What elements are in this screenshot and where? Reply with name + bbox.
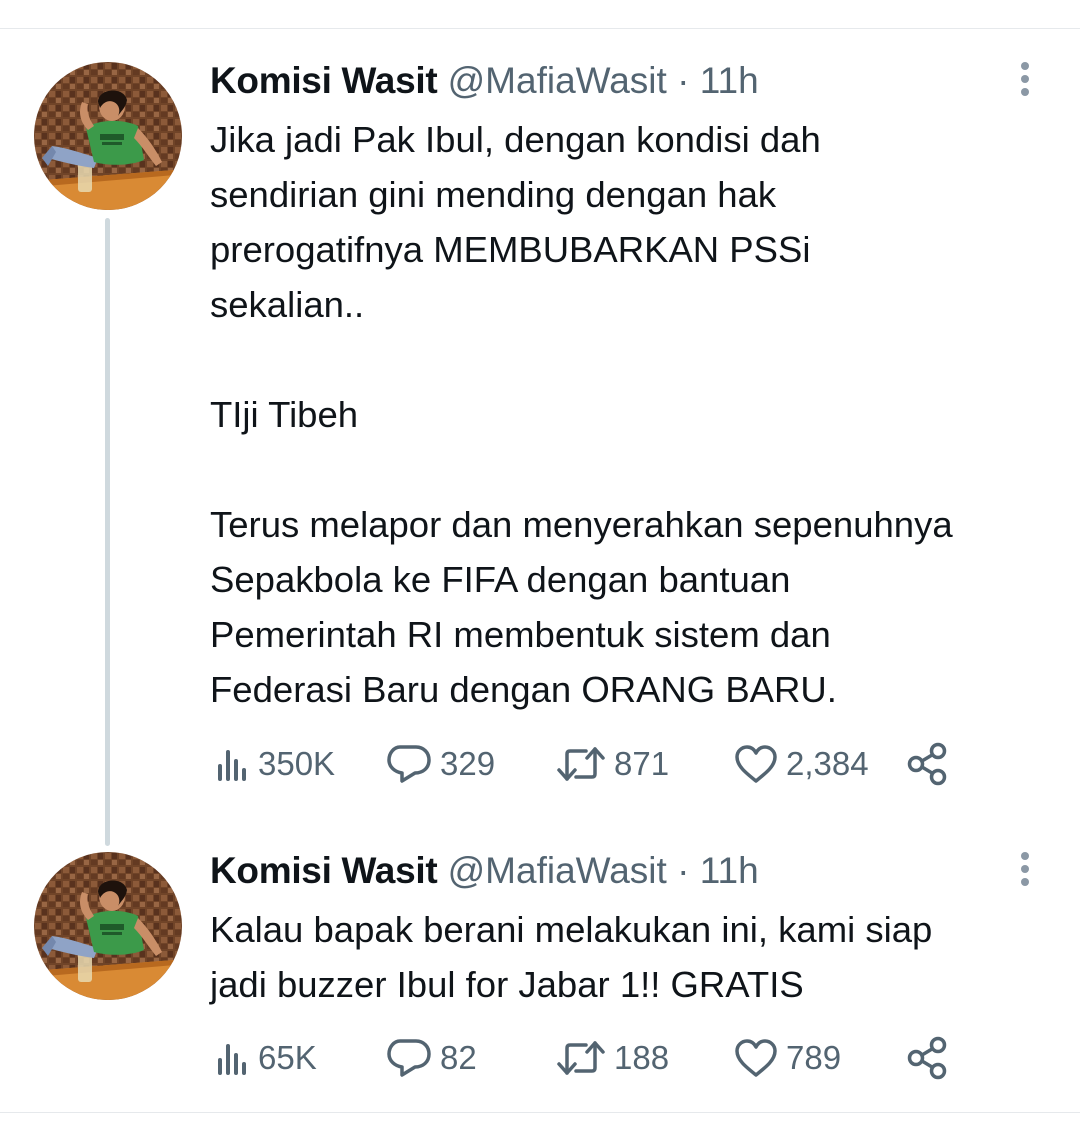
views-count: 350K bbox=[258, 745, 336, 782]
tweet-header: Komisi Wasit @MafiaWasit · 11h bbox=[210, 850, 759, 892]
heart-icon bbox=[735, 745, 777, 783]
reply-bubble-icon bbox=[387, 745, 431, 783]
avatar[interactable] bbox=[34, 62, 182, 210]
like-count: 789 bbox=[786, 1039, 842, 1076]
bottom-divider bbox=[0, 1112, 1080, 1113]
timestamp[interactable]: 11h bbox=[700, 850, 759, 891]
retweet-button[interactable]: 188 bbox=[556, 1036, 669, 1080]
reply-count: 329 bbox=[440, 745, 496, 782]
views-bar-chart-icon bbox=[218, 750, 246, 781]
reply-button[interactable]: 329 bbox=[386, 742, 495, 786]
separator-dot: · bbox=[677, 60, 690, 101]
timestamp[interactable]: 11h bbox=[700, 60, 759, 101]
more-vertical-dots-icon[interactable] bbox=[1008, 850, 1042, 890]
views-button[interactable]: 350K bbox=[214, 742, 335, 786]
retweet-arrows-icon bbox=[557, 747, 605, 781]
retweet-count: 188 bbox=[614, 1039, 670, 1076]
share-button[interactable] bbox=[906, 742, 950, 786]
author-handle[interactable]: @MafiaWasit bbox=[448, 60, 667, 101]
thread-line bbox=[105, 218, 110, 846]
tweet-header: Komisi Wasit @MafiaWasit · 11h bbox=[210, 60, 759, 102]
reply-button[interactable]: 82 bbox=[386, 1036, 477, 1080]
avatar[interactable] bbox=[34, 852, 182, 1000]
separator-dot: · bbox=[677, 850, 690, 891]
retweet-count: 871 bbox=[614, 745, 670, 782]
heart-icon bbox=[735, 1039, 777, 1077]
top-divider bbox=[0, 28, 1080, 29]
like-button[interactable]: 789 bbox=[734, 1036, 841, 1080]
tweet-text: Kalau bapak berani melakukan ini, kami s… bbox=[210, 909, 933, 1005]
like-count: 2,384 bbox=[786, 745, 869, 782]
reply-count: 82 bbox=[440, 1039, 477, 1076]
retweet-button[interactable]: 871 bbox=[556, 742, 669, 786]
author-handle[interactable]: @MafiaWasit bbox=[448, 850, 667, 891]
share-button[interactable] bbox=[906, 1036, 950, 1080]
share-nodes-icon bbox=[907, 1036, 947, 1080]
share-nodes-icon bbox=[907, 742, 947, 786]
author-name[interactable]: Komisi Wasit bbox=[210, 60, 438, 101]
tweet-text: Jika jadi Pak Ibul, dengan kondisi dah s… bbox=[210, 119, 953, 710]
views-count: 65K bbox=[258, 1039, 317, 1076]
like-button[interactable]: 2,384 bbox=[734, 742, 869, 786]
more-vertical-dots-icon[interactable] bbox=[1008, 60, 1042, 100]
author-name[interactable]: Komisi Wasit bbox=[210, 850, 438, 891]
views-button[interactable]: 65K bbox=[214, 1036, 317, 1080]
retweet-arrows-icon bbox=[557, 1041, 605, 1075]
views-bar-chart-icon bbox=[218, 1044, 246, 1075]
reply-bubble-icon bbox=[387, 1039, 431, 1077]
